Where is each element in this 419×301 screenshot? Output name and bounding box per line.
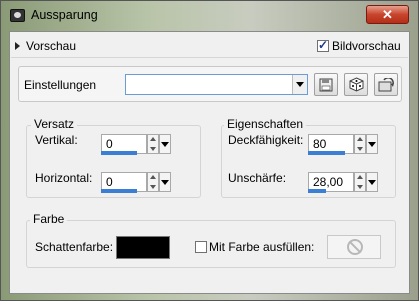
- deckfaehigkeit-label: Deckfähigkeit:: [228, 133, 304, 147]
- deckfaehigkeit-updown[interactable]: [354, 134, 366, 154]
- preview-toggle[interactable]: Vorschau: [26, 39, 76, 53]
- unschaerfe-label: Unschärfe:: [228, 171, 287, 185]
- random-button[interactable]: [344, 73, 368, 96]
- app-icon: [10, 9, 25, 22]
- fill-color-label: Mit Farbe ausfüllen:: [209, 240, 315, 254]
- save-icon: [319, 78, 333, 95]
- horizontal-updown[interactable]: [147, 172, 159, 192]
- vertikal-label: Vertikal:: [35, 133, 78, 147]
- versatz-title: Versatz: [31, 117, 78, 131]
- horizontal-slider-bar[interactable]: [101, 189, 137, 193]
- title-bar[interactable]: Aussparung ✕: [1, 1, 418, 28]
- vertikal-dropdown[interactable]: [159, 134, 171, 154]
- bildvorschau-label: Bildvorschau: [332, 39, 401, 53]
- window-title: Aussparung: [31, 8, 98, 22]
- vertikal-slider-bar[interactable]: [101, 151, 137, 155]
- schattenfarbe-swatch[interactable]: [116, 236, 170, 259]
- fill-color-swatch[interactable]: [327, 235, 381, 259]
- reset-button[interactable]: [374, 73, 398, 96]
- schattenfarbe-label: Schattenfarbe:: [35, 240, 114, 254]
- settings-label: Einstellungen: [24, 78, 97, 92]
- unschaerfe-dropdown[interactable]: [366, 172, 378, 192]
- save-preset-button[interactable]: [314, 73, 338, 96]
- chevron-down-icon[interactable]: [292, 75, 307, 94]
- reset-icon: [378, 77, 394, 95]
- deckfaehigkeit-slider-bar[interactable]: [308, 151, 345, 155]
- vertikal-updown[interactable]: [147, 134, 159, 154]
- deckfaehigkeit-dropdown[interactable]: [366, 134, 378, 154]
- no-sign-icon: [347, 239, 363, 255]
- close-button[interactable]: ✕: [366, 5, 409, 24]
- bildvorschau-checkbox[interactable]: [317, 38, 329, 52]
- dialog-window: Aussparung ✕ Vorschau Bildvorschau Einst…: [0, 0, 419, 301]
- settings-combo[interactable]: [125, 74, 308, 95]
- expand-triangle-icon[interactable]: [15, 42, 20, 50]
- fill-color-checkbox[interactable]: [195, 241, 207, 253]
- dice-icon: [349, 77, 364, 95]
- unschaerfe-updown[interactable]: [354, 172, 366, 192]
- unschaerfe-slider-bar[interactable]: [308, 189, 326, 193]
- farbe-title: Farbe: [30, 212, 68, 226]
- horizontal-dropdown[interactable]: [159, 172, 171, 192]
- eigenschaften-title: Eigenschaften: [224, 117, 307, 131]
- horizontal-label: Horizontal:: [35, 171, 93, 185]
